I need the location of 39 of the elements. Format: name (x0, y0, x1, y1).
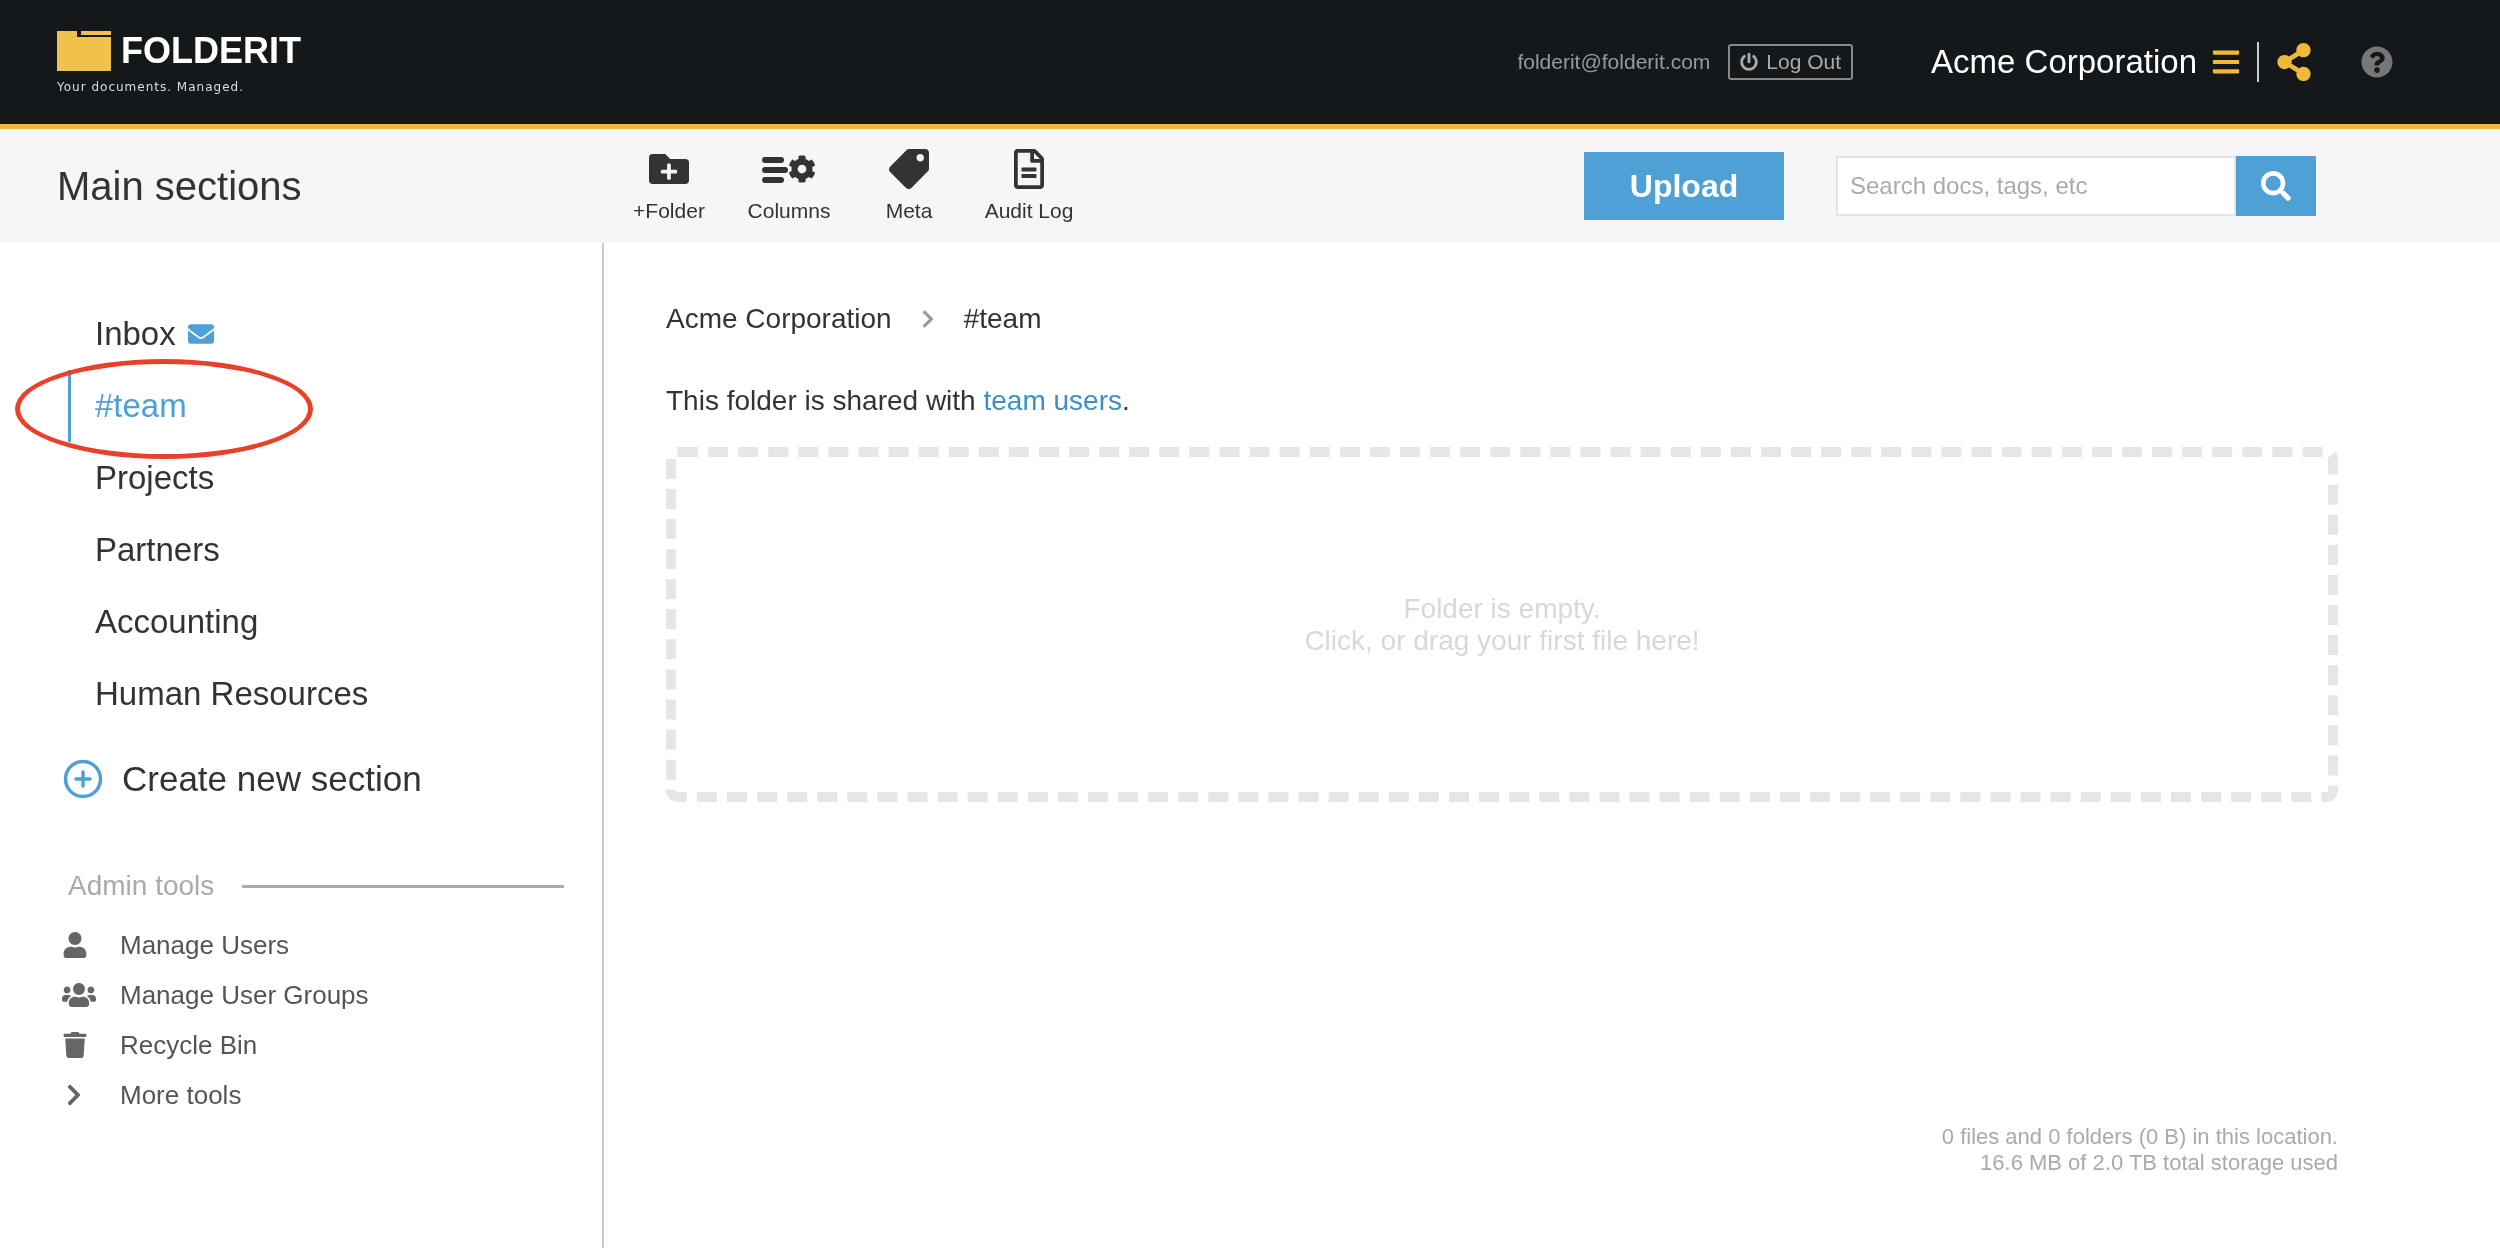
team-users-link[interactable]: team users (983, 385, 1122, 416)
logout-button[interactable]: Log Out (1728, 44, 1854, 80)
user-icon (62, 932, 88, 958)
breadcrumb-item: #team (963, 303, 1042, 335)
create-section-link[interactable]: Create new section (122, 759, 422, 799)
admin-heading: Admin tools (68, 870, 215, 902)
plus-circle-icon[interactable] (62, 758, 104, 800)
power-icon (1740, 53, 1759, 71)
sidebar-item[interactable]: Projects (95, 459, 215, 497)
company-name: Acme Corporation (1931, 43, 2197, 81)
sidebar-item[interactable]: Inbox (95, 315, 176, 353)
breadcrumb-item[interactable]: Acme Corporation (666, 303, 892, 335)
admin-tool-link[interactable]: Manage Users (120, 929, 290, 961)
trash-icon (62, 1032, 88, 1058)
tag-icon (889, 149, 929, 189)
toolbar-button[interactable]: Meta (849, 149, 969, 223)
user-email: folderit@folderit.com (1517, 50, 1711, 74)
admin-tool-link[interactable]: Manage User Groups (120, 979, 369, 1011)
storage-info: 16.6 MB of 2.0 TB total storage used (1980, 1150, 2338, 1176)
envelope-icon (187, 321, 214, 347)
sidebar-item[interactable]: Human Resources (95, 675, 369, 713)
folder-logo-icon (57, 31, 111, 71)
help-icon[interactable] (2361, 46, 2393, 78)
search-button[interactable] (2236, 156, 2316, 216)
sidebar-item[interactable]: Accounting (95, 603, 259, 641)
search-icon (2261, 171, 2291, 201)
page-title: Main sections (57, 163, 303, 209)
sidebar-item[interactable]: Partners (95, 531, 220, 569)
admin-tool-link[interactable]: Recycle Bin (120, 1029, 258, 1061)
search-field[interactable]: Search docs, tags, etc (1836, 156, 2236, 216)
logo-tagline: Your documents. Managed. (57, 80, 245, 94)
share-icon[interactable] (2275, 43, 2313, 81)
logo-text: FOLDERIT (121, 30, 301, 72)
storage-info: 0 files and 0 folders (0 B) in this location. (1941, 1124, 2338, 1150)
admin-tool-link[interactable]: More tools (120, 1079, 242, 1111)
shared-notice: This folder is shared with team users. (666, 385, 1131, 417)
toolbar-button[interactable]: Columns (729, 149, 849, 223)
toolbar-button[interactable]: +Folder (609, 149, 729, 223)
toolbar-button[interactable]: Audit Log (969, 149, 1089, 223)
